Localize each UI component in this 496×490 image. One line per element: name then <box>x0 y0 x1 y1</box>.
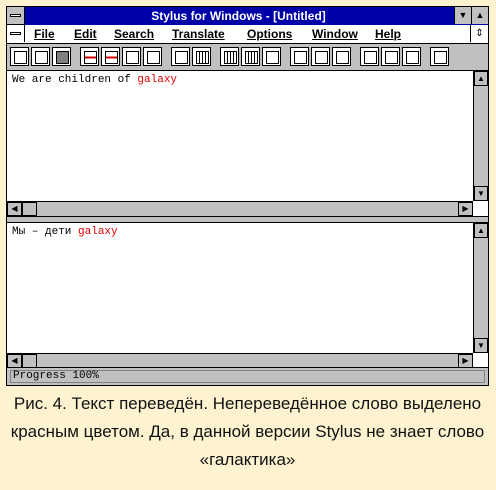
menu-help[interactable]: Help <box>375 26 401 42</box>
target-pane[interactable]: Мы – дети galaxy ▲ ▼ ◀ ▶ <box>7 223 488 368</box>
cut-icon[interactable] <box>262 47 281 66</box>
restore-button[interactable]: ⇕ <box>470 25 488 42</box>
scroll-up-arrow-icon[interactable]: ▲ <box>474 223 488 238</box>
toolbar <box>7 44 488 71</box>
find-icon[interactable] <box>311 47 330 66</box>
zoom-icon[interactable] <box>430 47 449 66</box>
target-text-prefix: Мы – дети <box>12 226 79 238</box>
scroll-left-arrow-icon[interactable]: ◀ <box>7 354 22 368</box>
window-title: Stylus for Windows - [Untitled] <box>151 9 326 23</box>
menu-options[interactable]: Options <box>247 26 292 42</box>
scroll-left-arrow-icon[interactable]: ◀ <box>7 202 22 216</box>
source-pane[interactable]: We are children of galaxy ▲ ▼ ◀ ▶ <box>7 71 488 216</box>
layout-icon[interactable] <box>171 47 190 66</box>
figure-caption: Рис. 4. Текст переведён. Непереведённое … <box>10 394 485 469</box>
untranslated-word-target: galaxy <box>78 226 118 238</box>
scroll-thumb[interactable] <box>22 202 37 216</box>
copy-icon[interactable] <box>241 47 260 66</box>
status-bar: Progress 100% <box>7 367 488 385</box>
document-menu-button[interactable] <box>7 25 25 42</box>
scroll-down-arrow-icon[interactable]: ▼ <box>474 186 488 201</box>
translate-red-icon[interactable] <box>80 47 99 66</box>
tree-icon[interactable] <box>143 47 162 66</box>
status-text: Progress 100% <box>10 370 485 383</box>
maximize-button[interactable]: ▲ <box>471 7 488 24</box>
source-text: We are children of galaxy <box>12 74 177 86</box>
source-horizontal-scrollbar[interactable]: ◀ ▶ <box>7 201 473 216</box>
source-text-prefix: We are children of <box>12 74 138 86</box>
system-menu-icon <box>10 14 21 17</box>
find-next-icon[interactable] <box>332 47 351 66</box>
import-icon[interactable] <box>402 47 421 66</box>
translate-both-icon[interactable] <box>101 47 120 66</box>
menu-search[interactable]: Search <box>114 26 154 42</box>
new-doc-icon[interactable] <box>10 47 29 66</box>
minimize-button[interactable]: ▼ <box>454 7 471 24</box>
scroll-thumb[interactable] <box>22 354 37 368</box>
menu-window[interactable]: Window <box>312 26 358 42</box>
menu-edit[interactable]: Edit <box>74 26 97 42</box>
scroll-right-arrow-icon[interactable]: ▶ <box>458 354 473 368</box>
app-window: Stylus for Windows - [Untitled] ▼ ▲ File… <box>6 6 489 386</box>
target-vertical-scrollbar[interactable]: ▲ ▼ <box>473 223 488 353</box>
menu-file[interactable]: File <box>34 26 55 42</box>
system-menu-button[interactable] <box>7 7 25 25</box>
open-icon[interactable] <box>31 47 50 66</box>
undo-icon[interactable] <box>290 47 309 66</box>
scroll-right-arrow-icon[interactable]: ▶ <box>458 202 473 216</box>
grid-icon[interactable] <box>192 47 211 66</box>
save-icon[interactable] <box>52 47 71 66</box>
document-menu-icon <box>10 32 21 35</box>
split-down-icon[interactable] <box>360 47 379 66</box>
scroll-up-arrow-icon[interactable]: ▲ <box>474 71 488 86</box>
pane-splitter[interactable] <box>7 216 488 223</box>
dictionary-icon[interactable] <box>122 47 141 66</box>
paste-icon[interactable] <box>220 47 239 66</box>
title-bar[interactable]: Stylus for Windows - [Untitled] ▼ ▲ <box>7 7 488 25</box>
split-right-icon[interactable] <box>381 47 400 66</box>
menu-translate[interactable]: Translate <box>172 26 225 42</box>
menu-bar: File Edit Search Translate Options Windo… <box>7 25 488 44</box>
target-horizontal-scrollbar[interactable]: ◀ ▶ <box>7 353 473 368</box>
scroll-down-arrow-icon[interactable]: ▼ <box>474 338 488 353</box>
target-text: Мы – дети galaxy <box>12 226 118 238</box>
source-vertical-scrollbar[interactable]: ▲ ▼ <box>473 71 488 201</box>
untranslated-word: galaxy <box>137 74 178 86</box>
